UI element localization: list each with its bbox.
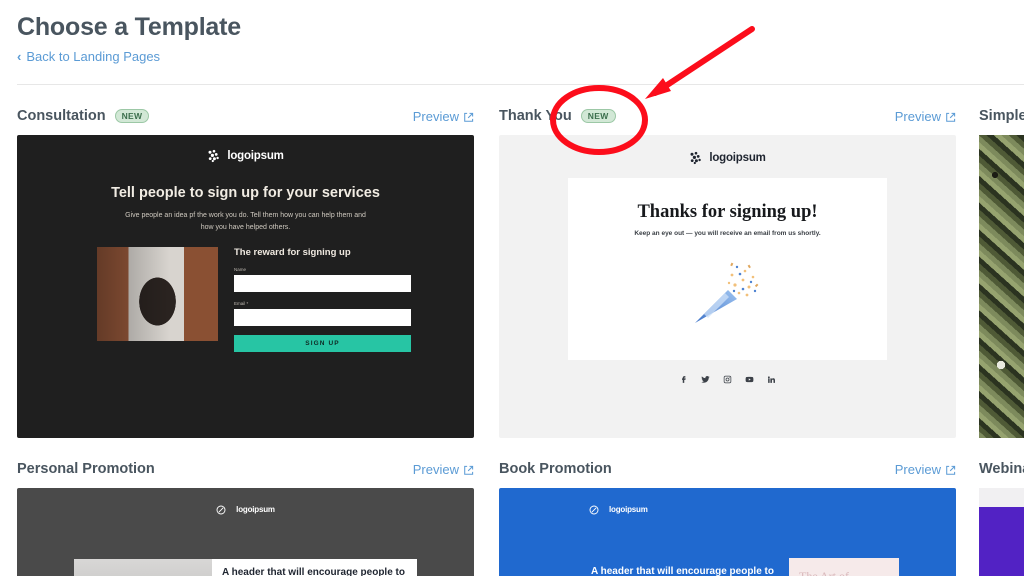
template-title: Webinar [979, 461, 1024, 477]
promo-copy: A header that will encourage people to s… [556, 558, 789, 576]
external-link-icon [945, 111, 956, 122]
name-input[interactable] [234, 275, 411, 293]
template-thumbnail-webinar [979, 488, 1024, 576]
template-thumbnail-simple [979, 135, 1024, 438]
thumb-headline: Thanks for signing up! [637, 202, 818, 222]
thumb-headline: A header that will encourage people to s… [222, 567, 405, 576]
template-thumbnail-consultation: logoipsum Tell people to sign up for you… [17, 135, 474, 438]
logoipsum-mark-icon [589, 502, 603, 516]
youtube-icon[interactable] [745, 371, 754, 389]
thank-you-panel: Thanks for signing up! Keep an eye out —… [568, 178, 887, 360]
external-link-icon [463, 464, 474, 475]
thumb-body: A header that will encourage people to s… [499, 558, 956, 576]
new-badge: NEW [114, 108, 150, 124]
signup-form: The reward for signing up Name Email * S… [234, 247, 411, 353]
back-link-label: Back to Landing Pages [26, 49, 161, 64]
external-link-icon [463, 111, 474, 122]
template-title: Simple [979, 108, 1024, 124]
thumb-logo: logoipsum [499, 488, 956, 516]
logoipsum-wordmark: logoipsum [227, 150, 284, 162]
template-title: Personal Promotion [17, 461, 155, 477]
email-input[interactable] [234, 309, 411, 327]
template-card-thank-you[interactable]: Thank You NEW Preview logoipsum Thanks f… [499, 103, 956, 438]
name-field-label: Name [234, 267, 247, 273]
template-thumbnail-thank-you: logoipsum Thanks for signing up! Keep an… [499, 135, 956, 438]
book-title-line-1: The Art of [799, 569, 849, 576]
logoipsum-mark-icon [216, 502, 230, 516]
page-title: Choose a Template [17, 13, 241, 41]
thumb-body: A header that will encourage people to s… [17, 559, 474, 576]
thumb-logo: logoipsum [499, 135, 956, 165]
chevron-left-icon: ‹ [17, 49, 22, 64]
logoipsum-wordmark: logoipsum [609, 504, 648, 514]
book-cover: The Art of Persuasion [789, 558, 899, 576]
logoipsum-mark-icon [207, 149, 221, 163]
thumb-logo: logoipsum [17, 135, 474, 163]
preview-label: Preview [412, 461, 459, 477]
social-icons-row [499, 371, 956, 389]
form-title: The reward for signing up [234, 247, 351, 259]
thumb-body: The reward for signing up Name Email * S… [17, 233, 474, 353]
template-chooser-page: Choose a Template ‹ Back to Landing Page… [0, 0, 1024, 576]
template-title: Thank You [499, 108, 572, 124]
card-header: Consultation NEW Preview [17, 103, 474, 129]
template-thumbnail-book-promotion: logoipsum A header that will encourage p… [499, 488, 956, 576]
back-to-landing-pages-link[interactable]: ‹ Back to Landing Pages [17, 49, 160, 64]
template-title: Book Promotion [499, 461, 612, 477]
template-card-consultation[interactable]: Consultation NEW Preview logoipsum Tell … [17, 103, 474, 438]
template-card-personal-promotion[interactable]: Personal Promotion Preview logoipsum A h… [17, 456, 474, 576]
email-field-label: Email * [234, 301, 249, 307]
template-thumbnail-personal-promotion: logoipsum A header that will encourage p… [17, 488, 474, 576]
portrait-photo [97, 247, 218, 342]
template-column-partial: Simple Webinar [979, 103, 1024, 576]
preview-label: Preview [894, 461, 941, 477]
template-row: Personal Promotion Preview logoipsum A h… [17, 456, 1024, 576]
preview-label: Preview [894, 108, 941, 124]
preview-link-personal-promotion[interactable]: Preview [413, 462, 474, 477]
facebook-icon[interactable] [679, 371, 688, 389]
card-header: Book Promotion Preview [499, 456, 956, 482]
template-card-book-promotion[interactable]: Book Promotion Preview logoipsum A heade… [499, 456, 956, 576]
signup-button[interactable]: SIGN UP [234, 335, 411, 353]
template-row: Consultation NEW Preview logoipsum Tell … [17, 103, 1024, 438]
card-header: Personal Promotion Preview [17, 456, 474, 482]
header-divider [17, 84, 1024, 85]
thumb-subtext: Give people an idea pf the work you do. … [125, 212, 366, 231]
card-header: Webinar [979, 456, 1024, 482]
promo-copy: A header that will encourage people to s… [212, 559, 417, 576]
thumb-headline: Tell people to sign up for your services [111, 185, 380, 201]
new-badge: NEW [580, 108, 616, 124]
page-header: Choose a Template ‹ Back to Landing Page… [0, 0, 1024, 66]
thumb-headline: A header that will encourage people to s… [591, 566, 774, 576]
template-title: Consultation [17, 108, 106, 124]
annotation-arrow-head [645, 78, 671, 99]
card-header: Thank You NEW Preview [499, 103, 956, 129]
linkedin-icon[interactable] [767, 371, 776, 389]
preview-link-consultation[interactable]: Preview [413, 109, 474, 124]
logoipsum-wordmark: logoipsum [236, 504, 275, 514]
preview-link-thank-you[interactable]: Preview [895, 109, 956, 124]
logoipsum-wordmark: logoipsum [709, 152, 766, 164]
preview-label: Preview [412, 108, 459, 124]
logoipsum-mark-icon [689, 151, 703, 165]
template-grid: Consultation NEW Preview logoipsum Tell … [17, 103, 1024, 576]
thumb-logo: logoipsum [17, 488, 474, 516]
party-popper-icon [685, 247, 771, 333]
twitter-icon[interactable] [701, 371, 710, 389]
card-header: Simple [979, 103, 1024, 129]
thumb-subtext: Keep an eye out — you will receive an em… [634, 230, 821, 237]
external-link-icon [945, 464, 956, 475]
preview-link-book-promotion[interactable]: Preview [895, 462, 956, 477]
portrait-photo [74, 559, 212, 576]
instagram-icon[interactable] [723, 371, 732, 389]
